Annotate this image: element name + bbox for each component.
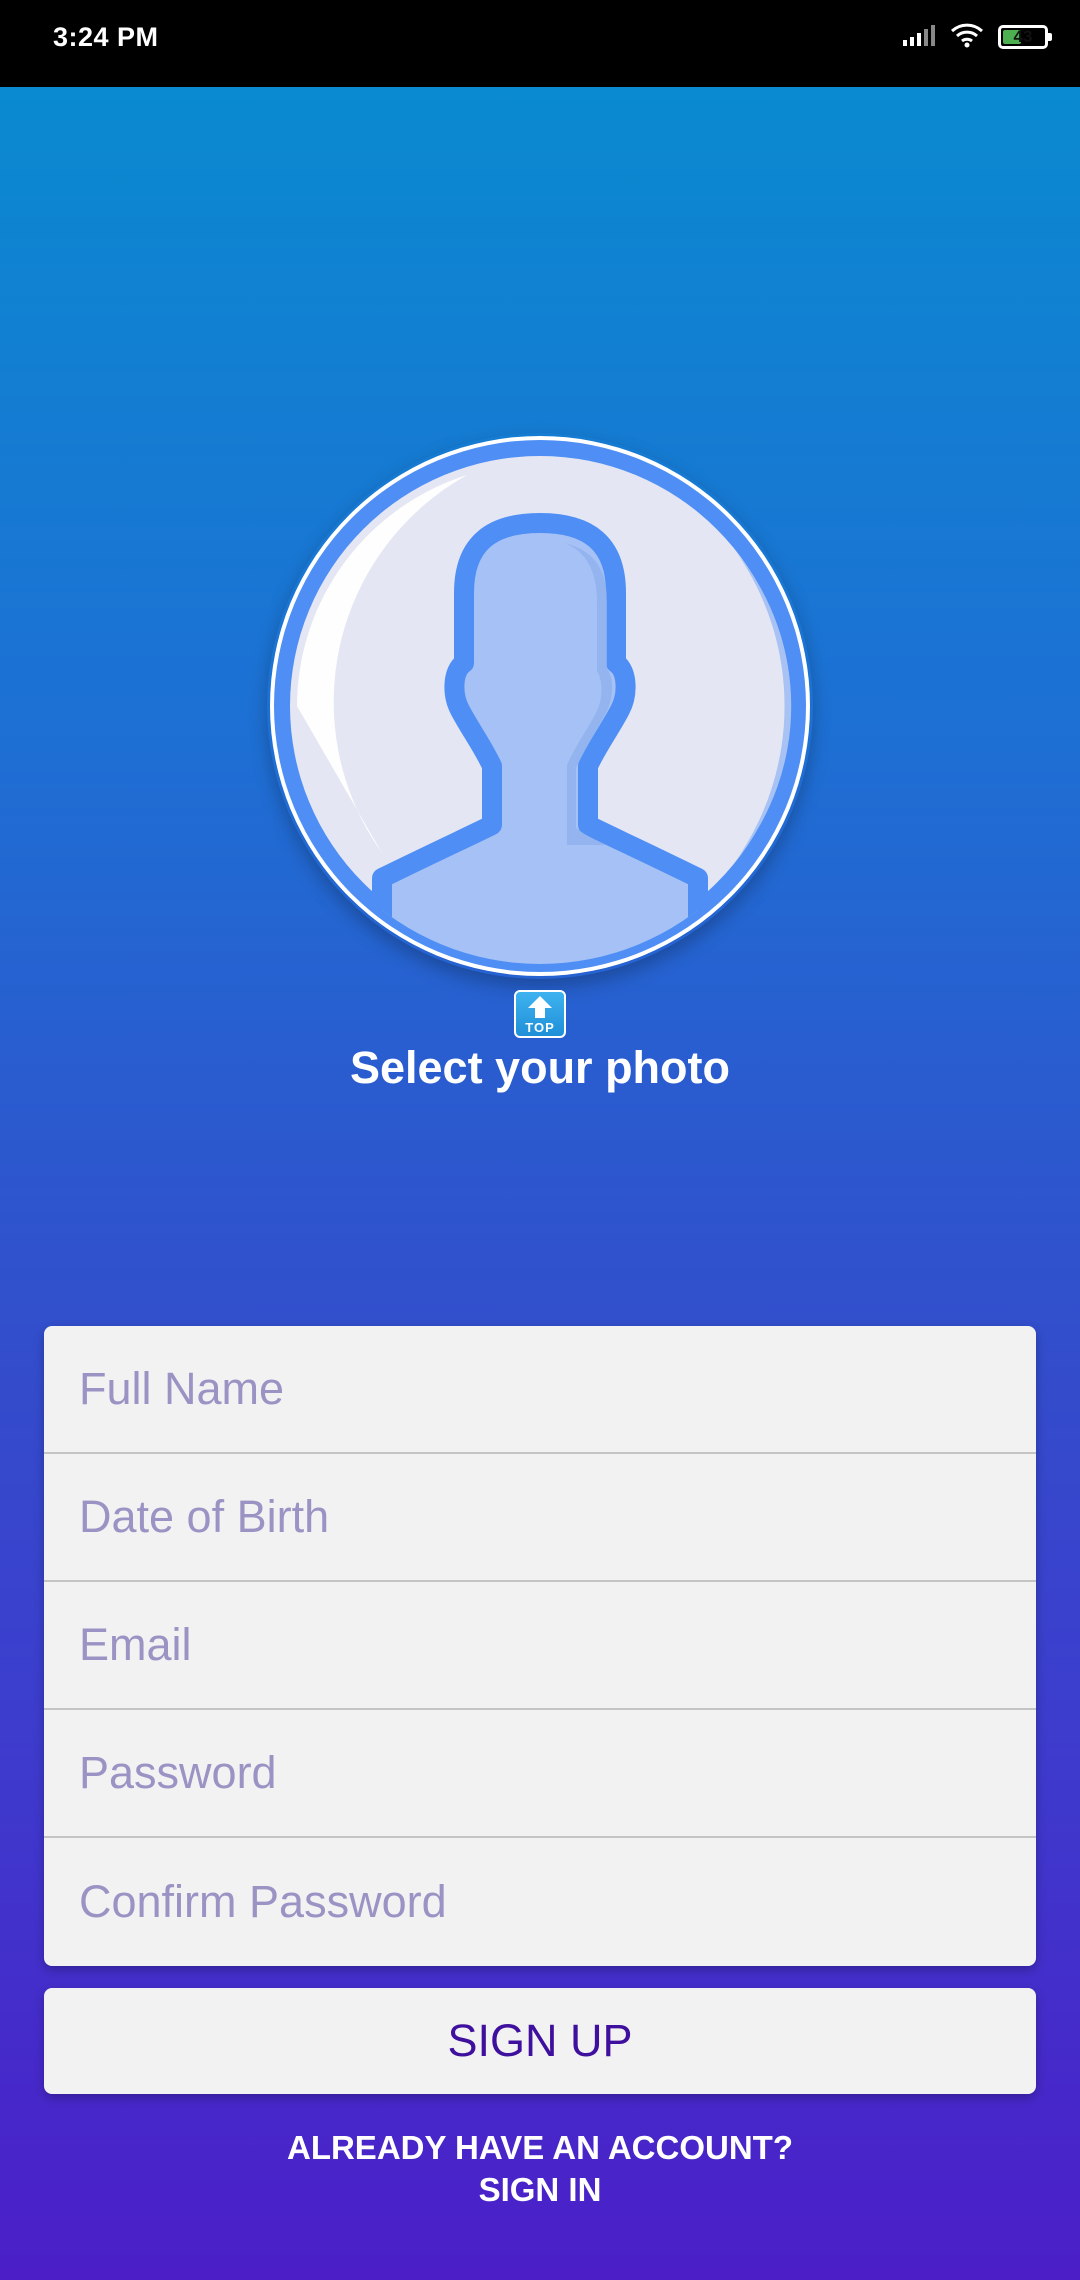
signin-link[interactable]: ALREADY HAVE AN ACCOUNT? SIGN IN — [0, 2127, 1080, 2211]
full-name-input[interactable] — [77, 1362, 1036, 1416]
status-icons: 43 — [902, 20, 1052, 54]
full-name-row — [44, 1326, 1036, 1454]
signin-prompt: ALREADY HAVE AN ACCOUNT? — [286, 2129, 793, 2166]
status-time: 3:24 PM — [53, 22, 159, 52]
password-input[interactable] — [77, 1746, 1036, 1800]
upload-icon-text: TOP — [525, 1020, 555, 1035]
signup-form — [44, 1326, 1036, 1966]
avatar-picker[interactable] — [267, 433, 813, 979]
date-of-birth-input[interactable] — [77, 1490, 1036, 1544]
dob-row — [44, 1454, 1036, 1582]
email-row — [44, 1582, 1036, 1710]
select-photo-label[interactable]: Select your photo — [0, 1042, 1080, 1094]
battery-icon: 43 — [998, 25, 1052, 49]
status-bar: 3:24 PM 43 — [0, 0, 1080, 87]
signal-icon — [902, 23, 936, 52]
signup-button[interactable]: SIGN UP — [44, 1988, 1036, 2094]
person-silhouette-icon — [270, 436, 810, 976]
confirm-password-row — [44, 1838, 1036, 1966]
confirm-password-input[interactable] — [77, 1875, 1036, 1929]
top-arrow-icon[interactable]: TOP — [514, 990, 566, 1038]
email-input[interactable] — [77, 1618, 1036, 1672]
signup-screen: TOP Select your photo SIGN UP ALREADY HA… — [0, 87, 1080, 2280]
wifi-icon — [950, 22, 984, 53]
battery-level: 43 — [1013, 27, 1033, 46]
password-row — [44, 1710, 1036, 1838]
signin-label: SIGN IN — [478, 2171, 602, 2208]
